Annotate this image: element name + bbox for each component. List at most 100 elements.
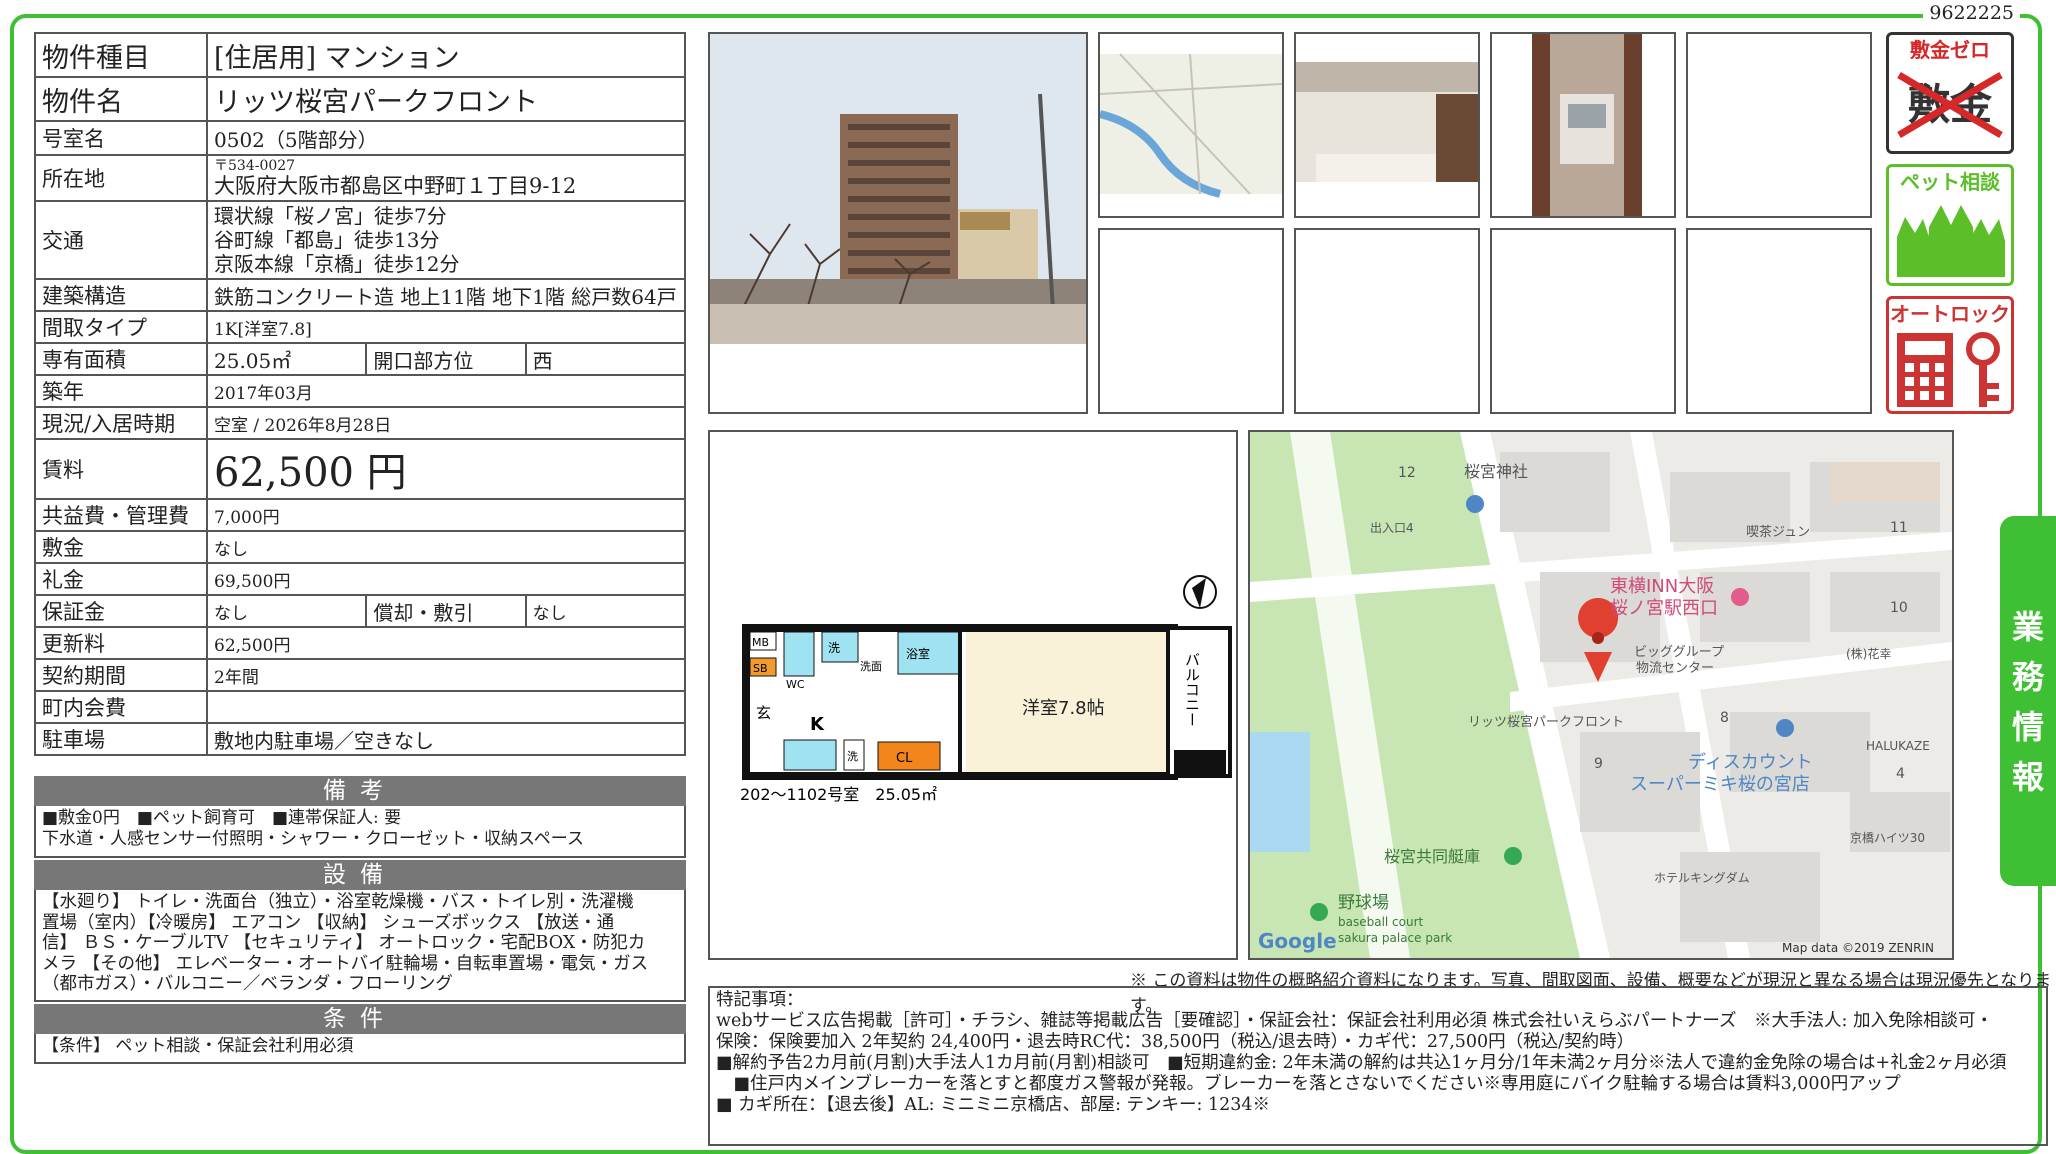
room-label: 洋室7.8帖: [1022, 698, 1105, 719]
map-thumbnail[interactable]: [1098, 32, 1284, 218]
type-label: 物件種目: [34, 32, 208, 78]
term-label: 契約期間: [34, 658, 208, 692]
entrance-photo[interactable]: [1490, 32, 1676, 218]
equipment-line: 信】 ＢＳ・ケーブルTV 【セキュリティ】 オートロック・宅配BOX・防犯カ: [42, 933, 646, 953]
business-info-tab[interactable]: 業務情報: [2000, 516, 2056, 886]
deposit-value: なし: [206, 530, 686, 564]
special-remarks: 特記事項： webサービス広告掲載［許可］・チラシ、雑誌等掲載広告［要確認］・保…: [708, 986, 2048, 1146]
structure-value: 鉄筋コンクリート造 地上11階 地下1階 総戸数64戸: [206, 278, 686, 312]
map-label: ホテルキングダム: [1654, 870, 1750, 885]
amort-label: 償却・敷引: [365, 594, 527, 628]
map-label: baseball court: [1338, 915, 1424, 929]
transport-cell: 環状線「桜ノ宮」徒歩7分 谷町線「都島」徒歩13分 京阪本線「京橋」徒歩12分: [206, 200, 686, 280]
photo-slot: [1490, 228, 1676, 414]
conditions-line: 【条件】 ペット相談・保証会社利用必須: [42, 1036, 354, 1056]
wc-label: WC: [786, 678, 805, 691]
guarantee-label: 保証金: [34, 594, 208, 628]
area-label: 専有面積: [34, 342, 208, 376]
keymoney-label: 礼金: [34, 562, 208, 596]
address-label: 所在地: [34, 154, 208, 202]
parking-label: 駐車場: [34, 722, 208, 756]
amort-value: なし: [524, 594, 687, 628]
transport-line: 環状線「桜ノ宮」徒歩7分: [214, 204, 447, 228]
status-label: 現況/入居時期: [34, 406, 208, 440]
transport-label: 交通: [34, 200, 208, 280]
notes-box: ■敷金0円 ■ペット飼育可 ■連帯保証人: 要 下水道・人感センサー付照明・シャ…: [34, 806, 686, 858]
renew-label: 更新料: [34, 626, 208, 660]
address-value: 大阪府大阪市都島区中野町１丁目9-12: [214, 173, 577, 198]
equipment-header: 設備: [34, 860, 686, 890]
map-label: 桜宮神社: [1464, 462, 1528, 481]
photo-slot: [1686, 32, 1872, 218]
intercom-key-icon: [1897, 332, 2000, 407]
conditions-header: 条件: [34, 1004, 686, 1034]
interior-photo[interactable]: [1294, 32, 1480, 218]
wash-label: 洗: [828, 641, 840, 655]
town-label: 町内会費: [34, 690, 208, 724]
map-label: 出入口4: [1370, 521, 1414, 535]
photo-slot: [1294, 228, 1480, 414]
zero-deposit-badge: 敷金ゼロ 敷金: [1886, 32, 2014, 154]
built-label: 築年: [34, 374, 208, 408]
remarks-line: 保険：保険要加入 2年契約 24,400円・退去時RC代：38,500円（税込/…: [716, 1032, 1635, 1052]
built-value: 2017年03月: [206, 374, 686, 408]
equipment-line: 【水廻り】 トイレ・洗面台（独立）・浴室乾燥機・バス・トイレ別・洗濯機: [42, 892, 634, 912]
structure-label: 建築構造: [34, 278, 208, 312]
guarantee-value: なし: [205, 594, 368, 628]
pet-label: ペット相談: [1900, 170, 2000, 194]
deposit-label: 敷金: [34, 530, 208, 564]
map-label: 10: [1890, 600, 1908, 616]
map-label: スーパーミキ桜の宮店: [1630, 774, 1810, 795]
map-label: 物流センター: [1636, 661, 1714, 676]
photo-slot: [1686, 228, 1872, 414]
remarks-title: 特記事項：: [716, 990, 804, 1010]
map-attribution: Map data ©2019 ZENRIN: [1782, 941, 1934, 955]
map-label: 8: [1720, 710, 1729, 726]
notes-line: ■敷金0円 ■ペット飼育可 ■連帯保証人: 要: [42, 808, 402, 828]
map-label: 4: [1896, 766, 1905, 782]
cl-label: CL: [896, 751, 913, 766]
equipment-line: 置場（室内）【冷暖房】 エアコン 【収納】 シューズボックス 【放送・通: [42, 912, 615, 933]
map-label: 12: [1398, 465, 1416, 481]
equipment-box: 【水廻り】 トイレ・洗面台（独立）・浴室乾燥機・バス・トイレ別・洗濯機 置場（室…: [34, 890, 686, 1002]
address-cell: 〒534-0027 大阪府大阪市都島区中野町１丁目9-12: [206, 154, 686, 202]
map-label: 東横INN大阪: [1610, 576, 1714, 597]
parking-value: 敷地内駐車場／空きなし: [206, 722, 686, 756]
remarks-line: webサービス広告掲載［許可］・チラシ、雑誌等掲載広告［要確認］・保証会社：保証…: [716, 1011, 1993, 1031]
property-table: 物件種目 [住居用] マンション 物件名 リッツ桜宮パークフロント 号室名 0502（…: [34, 32, 687, 756]
document-id: 9622225: [1923, 2, 2020, 24]
fee-label: 共益費・管理費: [34, 498, 208, 532]
map-label: 野球場: [1338, 893, 1389, 913]
floor-plan[interactable]: 洋室7.8帖 MB SB WC 洗 洗面 浴室 玄 K 洗 CL バルコニー 2…: [708, 430, 1238, 960]
map-label: 9: [1594, 756, 1603, 772]
name-label: 物件名: [34, 76, 208, 122]
bath-label: 浴室: [906, 646, 930, 661]
map-label: ビッググループ: [1634, 645, 1724, 660]
floor-plan-caption: 202〜1102号室 25.05㎡: [740, 785, 937, 804]
transport-line: 谷町線「都島」徒歩13分: [214, 228, 440, 252]
layout-value: 1K[洋室7.8]: [206, 310, 686, 344]
remarks-line: ■住戸内メインブレーカーを落とすと都度ガス警報が発報。ブレーカーを落とさないでく…: [716, 1074, 1901, 1094]
renew-value: 62,500円: [206, 626, 686, 660]
autolock-label: オートロック: [1890, 302, 2010, 326]
sb-label: SB: [753, 662, 768, 675]
autolock-badge: オートロック: [1886, 296, 2014, 414]
map-label: 桜宮共同艇庫: [1384, 847, 1480, 866]
map-label: HALUKAZE: [1866, 739, 1930, 753]
area-value: 25.05㎡: [205, 342, 368, 376]
pet-badge: ペット相談: [1886, 164, 2014, 286]
name-value: リッツ桜宮パークフロント: [206, 76, 686, 122]
map-label: ディスカウント: [1688, 752, 1813, 773]
laundry-label: 洗: [847, 750, 858, 763]
term-value: 2年間: [206, 658, 686, 692]
town-value: [206, 690, 686, 724]
pet-icon: [1897, 205, 2005, 277]
transport-line: 京阪本線「京橋」徒歩12分: [214, 252, 460, 276]
facing-label: 開口部方位: [365, 342, 527, 376]
equipment-line: メラ 【その他】 エレベーター・オートバイ駐輪場・自転車置場・電気・ガス: [42, 953, 649, 974]
location-map[interactable]: 12 桜宮神社 出入口4 喫茶ジュン 11 東横INN大阪 桜ノ宮駅西口 10 …: [1248, 430, 1954, 960]
conditions-box: 【条件】 ペット相談・保証会社利用必須: [34, 1034, 686, 1064]
cross-icon: [1897, 71, 2003, 139]
building-photo[interactable]: [708, 32, 1088, 414]
map-label: sakura palace park: [1338, 931, 1452, 945]
